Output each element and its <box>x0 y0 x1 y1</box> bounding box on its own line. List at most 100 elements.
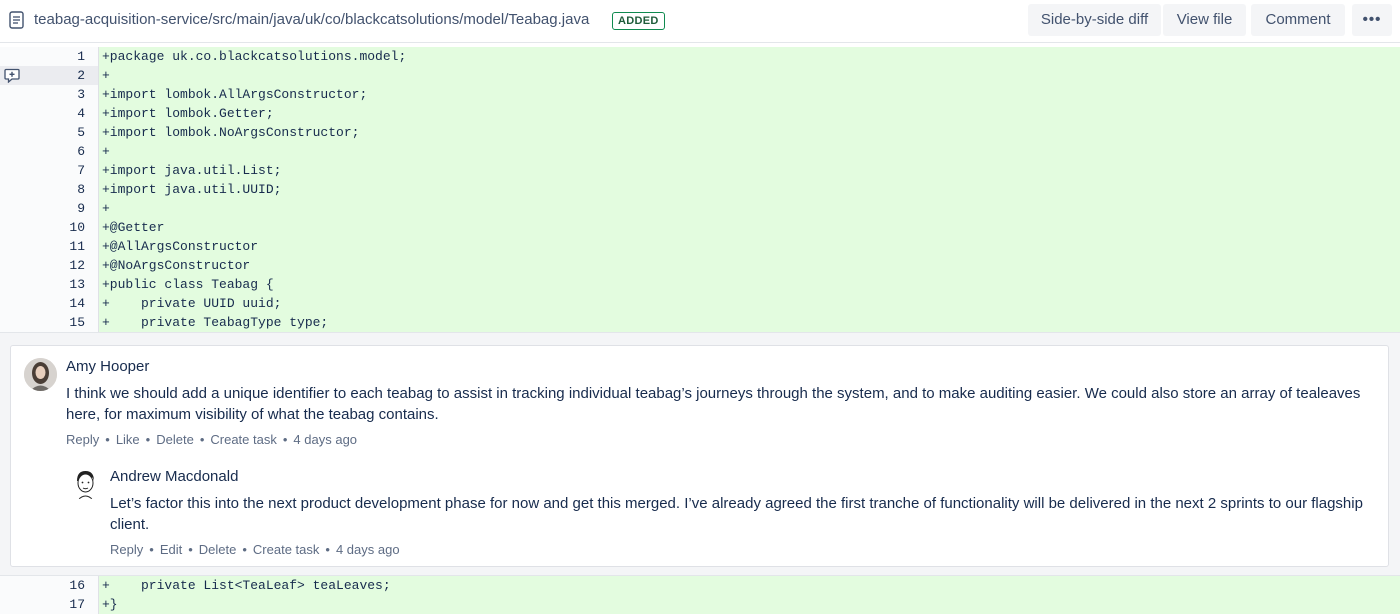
line-gutter[interactable]: 4 <box>0 104 99 123</box>
separator-dot: • <box>145 432 151 447</box>
status-badge: ADDED <box>612 12 665 30</box>
diff-line: 1 +package uk.co.blackcatsolutions.model… <box>0 47 1400 66</box>
line-number: 7 <box>77 163 85 178</box>
avatar-amy-hooper[interactable] <box>24 358 57 391</box>
separator-dot: • <box>199 432 205 447</box>
code-line: +import lombok.AllArgsConstructor; <box>99 85 1400 104</box>
avatar-amy-image <box>24 358 57 391</box>
line-number: 10 <box>69 220 85 235</box>
comment-author[interactable]: Andrew Macdonald <box>110 468 238 485</box>
avatar-andrew-macdonald[interactable] <box>69 467 102 500</box>
code-line: +@AllArgsConstructor <box>99 237 1400 256</box>
avatar-andrew-image <box>69 467 102 500</box>
line-number: 1 <box>77 49 85 64</box>
more-options-button[interactable]: ••• <box>1352 4 1392 36</box>
line-number: 11 <box>69 239 85 254</box>
diff-line: 9 + <box>0 199 1400 218</box>
diff-line: 11 +@AllArgsConstructor <box>0 237 1400 256</box>
create-task-link[interactable]: Create task <box>253 542 319 557</box>
diff-line: 16 + private List<TeaLeaf> teaLeaves; <box>0 576 1400 595</box>
code-line: + private UUID uuid; <box>99 294 1400 313</box>
diff-line: 15 + private TeabagType type; <box>0 313 1400 332</box>
edit-link[interactable]: Edit <box>160 542 182 557</box>
separator-dot: • <box>149 542 154 557</box>
like-link[interactable]: Like <box>116 432 140 447</box>
delete-link[interactable]: Delete <box>199 542 237 557</box>
line-number: 3 <box>77 87 85 102</box>
line-number: 5 <box>77 125 85 140</box>
code-line: + <box>99 142 1400 161</box>
diff-line: 14 + private UUID uuid; <box>0 294 1400 313</box>
line-number: 14 <box>69 296 85 311</box>
add-comment-icon[interactable] <box>4 68 20 83</box>
line-gutter[interactable]: 14 <box>0 294 99 313</box>
separator-dot: • <box>188 542 193 557</box>
delete-link[interactable]: Delete <box>156 432 194 447</box>
diff-line: 10 +@Getter <box>0 218 1400 237</box>
line-number: 4 <box>77 106 85 121</box>
line-number: 6 <box>77 144 85 159</box>
line-number: 9 <box>77 201 85 216</box>
comment-text: Let’s factor this into the next product … <box>110 495 1363 533</box>
comment-timestamp[interactable]: 4 days ago <box>336 542 400 557</box>
file-path[interactable]: teabag-acquisition-service/src/main/java… <box>34 11 589 28</box>
line-gutter[interactable]: 7 <box>0 161 99 180</box>
diff-line: 4 +import lombok.Getter; <box>0 104 1400 123</box>
diff-line: 17 +} <box>0 595 1400 614</box>
line-number: 13 <box>69 277 85 292</box>
line-gutter[interactable]: 13 <box>0 275 99 294</box>
view-file-button[interactable]: View file <box>1163 4 1246 36</box>
code-line: +package uk.co.blackcatsolutions.model; <box>99 47 1400 66</box>
line-number: 17 <box>69 597 85 612</box>
code-line: +} <box>99 595 1400 614</box>
diff-line: 3 +import lombok.AllArgsConstructor; <box>0 85 1400 104</box>
line-gutter[interactable]: 1 <box>0 47 99 66</box>
diff-line: 6 + <box>0 142 1400 161</box>
line-gutter[interactable]: 11 <box>0 237 99 256</box>
line-number: 15 <box>69 315 85 330</box>
separator-dot: • <box>105 432 110 447</box>
line-gutter[interactable]: 10 <box>0 218 99 237</box>
diff-line: 2 + <box>0 66 1400 85</box>
diff-hunk-bottom: 16 + private List<TeaLeaf> teaLeaves; 17… <box>0 576 1400 614</box>
line-gutter[interactable]: 8 <box>0 180 99 199</box>
comment-text: I think we should add a unique identifie… <box>66 385 1361 423</box>
code-line: +@NoArgsConstructor <box>99 256 1400 275</box>
inline-comment-thread: Amy Hooper I think we should add a uniqu… <box>0 332 1400 576</box>
line-gutter[interactable]: 6 <box>0 142 99 161</box>
code-line: +import lombok.Getter; <box>99 104 1400 123</box>
code-line: + <box>99 66 1400 85</box>
create-task-link[interactable]: Create task <box>210 432 276 447</box>
code-line: +import java.util.List; <box>99 161 1400 180</box>
comment-button[interactable]: Comment <box>1251 4 1345 36</box>
diff-line: 13 +public class Teabag { <box>0 275 1400 294</box>
line-number: 8 <box>77 182 85 197</box>
diff-line: 7 +import java.util.List; <box>0 161 1400 180</box>
diff-line: 12 +@NoArgsConstructor <box>0 256 1400 275</box>
line-gutter[interactable]: 3 <box>0 85 99 104</box>
file-header: teabag-acquisition-service/src/main/java… <box>0 0 1400 43</box>
separator-dot: • <box>325 542 330 557</box>
line-gutter[interactable]: 12 <box>0 256 99 275</box>
line-gutter[interactable]: 2 <box>0 66 99 85</box>
code-line: +import java.util.UUID; <box>99 180 1400 199</box>
separator-dot: • <box>282 432 288 447</box>
comment-author[interactable]: Amy Hooper <box>66 358 149 375</box>
line-number: 16 <box>69 578 85 593</box>
side-by-side-diff-button[interactable]: Side-by-side diff <box>1028 4 1161 36</box>
line-gutter[interactable]: 5 <box>0 123 99 142</box>
comment-timestamp[interactable]: 4 days ago <box>293 432 357 447</box>
separator-dot: • <box>242 542 247 557</box>
reply-link[interactable]: Reply <box>66 432 99 447</box>
line-gutter[interactable]: 9 <box>0 199 99 218</box>
file-icon <box>9 11 24 29</box>
code-line: + <box>99 199 1400 218</box>
diff-line: 8 +import java.util.UUID; <box>0 180 1400 199</box>
line-gutter[interactable]: 17 <box>0 595 99 614</box>
comment-actions: Reply • Edit • Delete • Create task • 4 days ago <box>110 542 400 557</box>
line-gutter[interactable]: 15 <box>0 313 99 332</box>
code-line: +public class Teabag { <box>99 275 1400 294</box>
code-line: +@Getter <box>99 218 1400 237</box>
reply-link[interactable]: Reply <box>110 542 143 557</box>
line-gutter[interactable]: 16 <box>0 576 99 595</box>
